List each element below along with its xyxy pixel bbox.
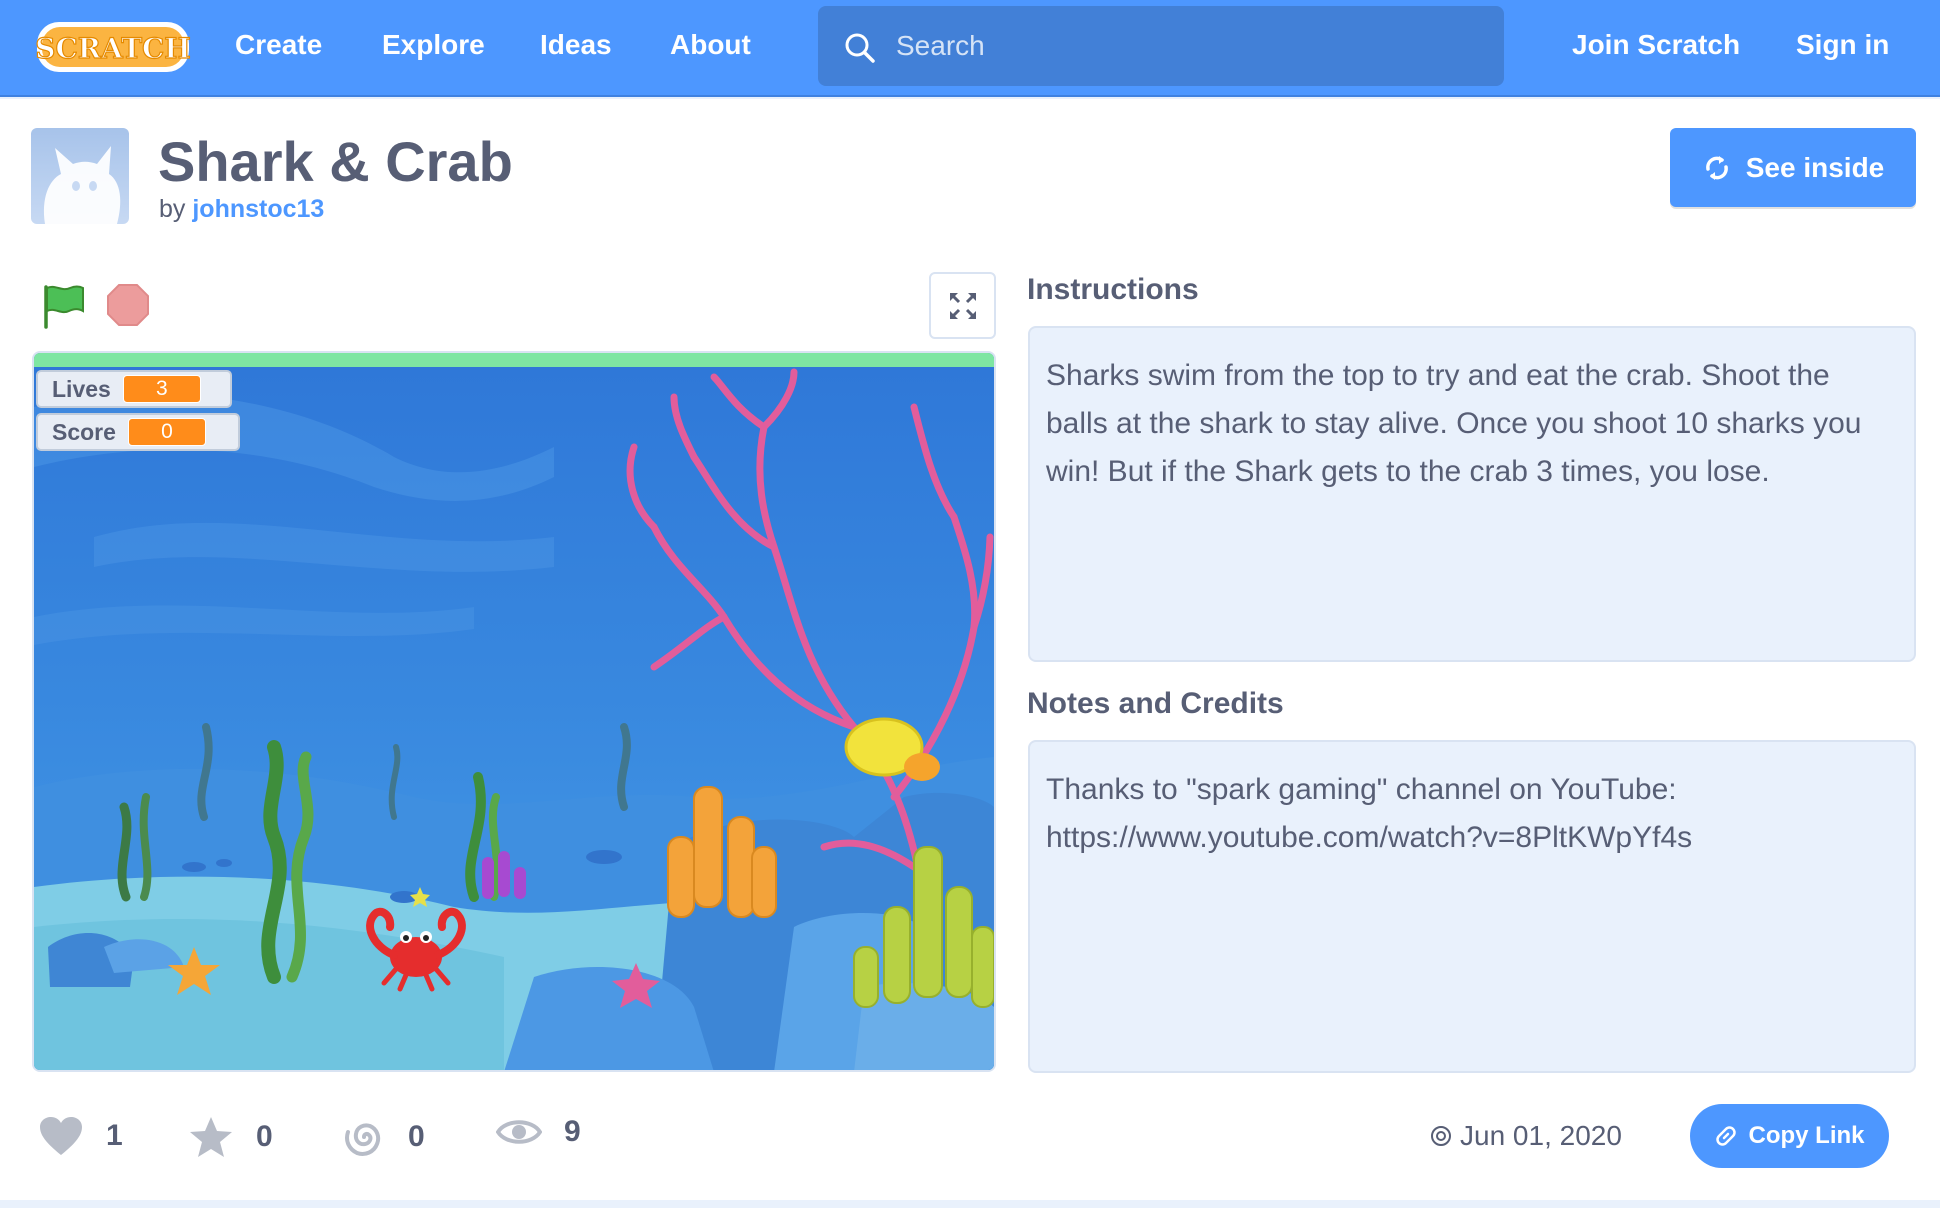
join-scratch-link[interactable]: Join Scratch: [1572, 29, 1740, 61]
notes-heading: Notes and Credits: [1027, 687, 1284, 720]
see-inside-label: See inside: [1745, 151, 1885, 183]
heart-icon: [40, 1117, 82, 1155]
instructions-panel: Sharks swim from the top to try and eat …: [1028, 326, 1916, 662]
author-link[interactable]: johnstoc13: [192, 195, 324, 223]
instructions-text: Sharks swim from the top to try and eat …: [1046, 359, 1862, 488]
svg-text:SCRATCH: SCRATCH: [35, 32, 191, 65]
love-count: 1: [106, 1119, 123, 1152]
fullscreen-icon: [949, 292, 976, 319]
project-title: Shark & Crab: [158, 130, 513, 193]
remix-arrows-icon: [1705, 155, 1728, 180]
underwater-backdrop: [34, 367, 994, 1070]
stage-load-bar: [34, 353, 994, 367]
instructions-heading: Instructions: [1027, 273, 1199, 306]
nav-about[interactable]: About: [670, 29, 751, 61]
lives-label: Lives: [52, 375, 111, 402]
view-stat: 9: [496, 1115, 581, 1149]
star-icon: [190, 1117, 232, 1157]
project-stage[interactable]: Lives 3 Score 0: [32, 351, 996, 1072]
nav-create[interactable]: Create: [235, 29, 322, 61]
score-label: Score: [52, 418, 116, 445]
project-byline: by johnstoc13: [159, 195, 324, 224]
page-footer-strip: [0, 1200, 1940, 1208]
author-avatar[interactable]: [31, 128, 129, 224]
scratch-logo[interactable]: SCRATCH: [34, 16, 192, 76]
copy-link-button[interactable]: Copy Link: [1690, 1104, 1889, 1168]
notes-link[interactable]: https://www.youtube.com/watch?v=8PltKWpY…: [1046, 814, 1898, 862]
score-value: 0: [127, 418, 206, 446]
share-date: Jun 01, 2020: [1430, 1120, 1622, 1152]
love-stat[interactable]: 1: [38, 1115, 123, 1157]
nav-explore[interactable]: Explore: [382, 29, 485, 61]
view-count: 9: [564, 1115, 581, 1148]
lives-value: 3: [122, 375, 201, 403]
link-icon: [1716, 1126, 1737, 1146]
favorite-stat[interactable]: 0: [188, 1115, 273, 1159]
notes-line-1: Thanks to "spark gaming" channel on YouT…: [1046, 773, 1677, 806]
byline-prefix: by: [159, 195, 186, 223]
search-icon: [845, 33, 875, 63]
score-monitor: Score 0: [36, 413, 240, 451]
see-inside-button[interactable]: See inside: [1670, 128, 1916, 207]
fullscreen-button[interactable]: [929, 272, 996, 339]
notes-panel: Thanks to "spark gaming" channel on YouT…: [1028, 740, 1916, 1073]
stop-sign-icon[interactable]: [106, 283, 150, 327]
search-box: [818, 6, 1504, 86]
lives-monitor: Lives 3: [36, 370, 232, 408]
eye-icon: [496, 1120, 542, 1144]
shared-icon: [1431, 1126, 1451, 1146]
favorite-count: 0: [256, 1120, 273, 1153]
copy-link-label: Copy Link: [1748, 1122, 1865, 1149]
sign-in-link[interactable]: Sign in: [1796, 29, 1889, 61]
remix-count: 0: [408, 1120, 425, 1153]
nav-ideas[interactable]: Ideas: [540, 29, 612, 61]
remix-stat: 0: [342, 1115, 425, 1159]
share-date-text: Jun 01, 2020: [1460, 1120, 1622, 1151]
green-flag-icon[interactable]: [42, 283, 86, 329]
remix-spiral-icon: [345, 1123, 381, 1156]
search-input[interactable]: [896, 6, 1486, 86]
navbar: SCRATCH Create Explore Ideas About Join …: [0, 0, 1940, 97]
project-page: Shark & Crab by johnstoc13 See inside Li…: [0, 99, 1940, 1200]
